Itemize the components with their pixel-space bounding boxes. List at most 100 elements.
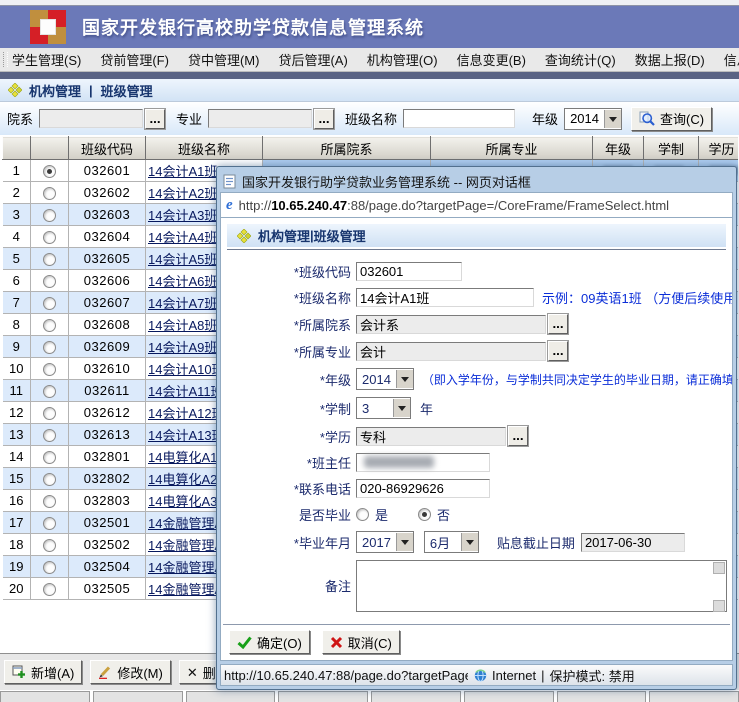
class-name-link[interactable]: 14会计A13班 bbox=[148, 428, 225, 443]
duration-select[interactable]: 3 bbox=[356, 397, 411, 419]
edit-button[interactable]: 修改(M) bbox=[90, 660, 171, 684]
phone-input[interactable] bbox=[356, 479, 490, 498]
faculty-input[interactable] bbox=[356, 315, 546, 334]
row-select-radio[interactable] bbox=[43, 363, 56, 376]
row-select-cell[interactable] bbox=[31, 226, 69, 248]
class-name-link[interactable]: 14会计A8班 bbox=[148, 318, 217, 333]
row-select-cell[interactable] bbox=[31, 534, 69, 556]
class-name-link[interactable]: 14会计A3班 bbox=[148, 208, 217, 223]
major-filter-input[interactable] bbox=[208, 109, 312, 128]
row-select-cell[interactable] bbox=[31, 204, 69, 226]
query-button[interactable]: 查询(C) bbox=[631, 107, 712, 131]
grad-month-select[interactable]: 6月 bbox=[424, 531, 479, 553]
menu-item[interactable]: 学生管理(S) bbox=[12, 50, 81, 69]
faculty-picker-button[interactable]: ... bbox=[548, 314, 568, 334]
row-select-cell[interactable] bbox=[31, 446, 69, 468]
class-name-input[interactable] bbox=[356, 288, 534, 307]
menu-item[interactable]: 贷后管理(A) bbox=[278, 50, 347, 69]
row-select-radio[interactable] bbox=[43, 341, 56, 354]
row-select-radio[interactable] bbox=[43, 429, 56, 442]
subsidy-date-field bbox=[581, 533, 685, 552]
grade-select[interactable]: 2014 bbox=[356, 368, 414, 390]
class-name-link[interactable]: 14会计A4班 bbox=[148, 230, 217, 245]
class-name-link[interactable]: 14会计A12班 bbox=[148, 406, 225, 421]
class-name-link[interactable]: 14会计A6班 bbox=[148, 274, 217, 289]
degree-picker-button[interactable]: ... bbox=[508, 426, 528, 446]
row-select-radio[interactable] bbox=[43, 209, 56, 222]
row-select-radio[interactable] bbox=[43, 561, 56, 574]
row-select-cell[interactable] bbox=[31, 512, 69, 534]
row-select-radio[interactable] bbox=[43, 253, 56, 266]
row-select-cell[interactable] bbox=[31, 468, 69, 490]
row-select-cell[interactable] bbox=[31, 556, 69, 578]
chevron-down-icon[interactable] bbox=[461, 533, 478, 551]
row-select-cell[interactable] bbox=[31, 358, 69, 380]
row-select-radio[interactable] bbox=[43, 385, 56, 398]
major-input[interactable] bbox=[356, 342, 546, 361]
chevron-down-icon[interactable] bbox=[396, 370, 413, 388]
row-select-cell[interactable] bbox=[31, 270, 69, 292]
class-name-filter-input[interactable] bbox=[403, 109, 515, 128]
row-select-cell[interactable] bbox=[31, 182, 69, 204]
graduated-yes-radio[interactable] bbox=[356, 508, 369, 521]
row-select-cell[interactable] bbox=[31, 424, 69, 446]
chevron-down-icon[interactable] bbox=[393, 399, 410, 417]
add-button[interactable]: 新增(A) bbox=[4, 660, 82, 684]
row-select-cell[interactable] bbox=[31, 248, 69, 270]
faculty-filter-input[interactable] bbox=[39, 109, 143, 128]
redacted-value bbox=[364, 456, 434, 468]
cancel-button[interactable]: 取消(C) bbox=[322, 630, 400, 654]
grad-year-select[interactable]: 2017 bbox=[356, 531, 414, 553]
menu-item[interactable]: 查询统计(Q) bbox=[545, 50, 616, 69]
row-select-radio[interactable] bbox=[43, 319, 56, 332]
grade-filter-select[interactable]: 2014 bbox=[564, 108, 622, 130]
filter-toolbar: 院系 ... 专业 ... 班级名称 年级 2014 查询(C) bbox=[0, 102, 739, 135]
faculty-picker-button[interactable]: ... bbox=[145, 109, 165, 129]
row-select-cell[interactable] bbox=[31, 314, 69, 336]
row-select-radio[interactable] bbox=[43, 297, 56, 310]
row-select-cell[interactable] bbox=[31, 578, 69, 600]
class-code-input[interactable] bbox=[356, 262, 462, 281]
class-name-link[interactable]: 14会计A7班 bbox=[148, 296, 217, 311]
class-name-link[interactable]: 14会计A5班 bbox=[148, 252, 217, 267]
class-name-link[interactable]: 14会计A11班 bbox=[148, 384, 224, 399]
major-picker-button[interactable]: ... bbox=[548, 341, 568, 361]
ok-button[interactable]: 确定(O) bbox=[229, 630, 310, 654]
menu-item[interactable]: 信息变更(B) bbox=[457, 50, 526, 69]
menu-item[interactable]: 贷中管理(M) bbox=[188, 50, 260, 69]
row-select-radio[interactable] bbox=[43, 539, 56, 552]
row-select-radio[interactable] bbox=[43, 473, 56, 486]
graduated-no-radio[interactable] bbox=[418, 508, 431, 521]
menu-item[interactable]: 贷前管理(F) bbox=[100, 50, 169, 69]
row-select-cell[interactable] bbox=[31, 380, 69, 402]
row-select-cell[interactable] bbox=[31, 402, 69, 424]
major-label: *所属专业 bbox=[221, 342, 351, 361]
row-select-cell[interactable] bbox=[31, 490, 69, 512]
class-name-link[interactable]: 14会计A2班 bbox=[148, 186, 217, 201]
row-select-radio[interactable] bbox=[43, 495, 56, 508]
row-select-cell[interactable] bbox=[31, 336, 69, 358]
remark-textarea[interactable] bbox=[356, 560, 727, 612]
row-select-radio[interactable] bbox=[43, 275, 56, 288]
row-select-radio[interactable] bbox=[43, 517, 56, 530]
row-select-cell[interactable] bbox=[31, 292, 69, 314]
row-select-radio[interactable] bbox=[43, 407, 56, 420]
row-select-radio[interactable] bbox=[43, 583, 56, 596]
chevron-down-icon[interactable] bbox=[604, 110, 621, 128]
menu-item[interactable]: 数据上报(D) bbox=[635, 50, 705, 69]
textarea-scrollbar[interactable] bbox=[713, 562, 725, 612]
row-select-radio[interactable] bbox=[43, 187, 56, 200]
class-name-link[interactable]: 14会计A10班 bbox=[148, 362, 225, 377]
row-select-cell[interactable] bbox=[31, 160, 69, 182]
menu-item[interactable]: 机构管理(O) bbox=[367, 50, 438, 69]
row-select-radio[interactable] bbox=[43, 165, 56, 178]
menu-item[interactable]: 信息服务(I) bbox=[724, 50, 739, 69]
chevron-down-icon[interactable] bbox=[396, 533, 413, 551]
row-select-radio[interactable] bbox=[43, 231, 56, 244]
row-select-radio[interactable] bbox=[43, 451, 56, 464]
class-name-link[interactable]: 14会计A1班 bbox=[148, 164, 217, 179]
degree-input[interactable] bbox=[356, 427, 506, 446]
class-name-link[interactable]: 14会计A9班 bbox=[148, 340, 217, 355]
major-picker-button[interactable]: ... bbox=[314, 109, 334, 129]
dialog-title-bar[interactable]: 国家开发银行助学贷款业务管理系统 -- 网页对话框 bbox=[220, 170, 733, 192]
